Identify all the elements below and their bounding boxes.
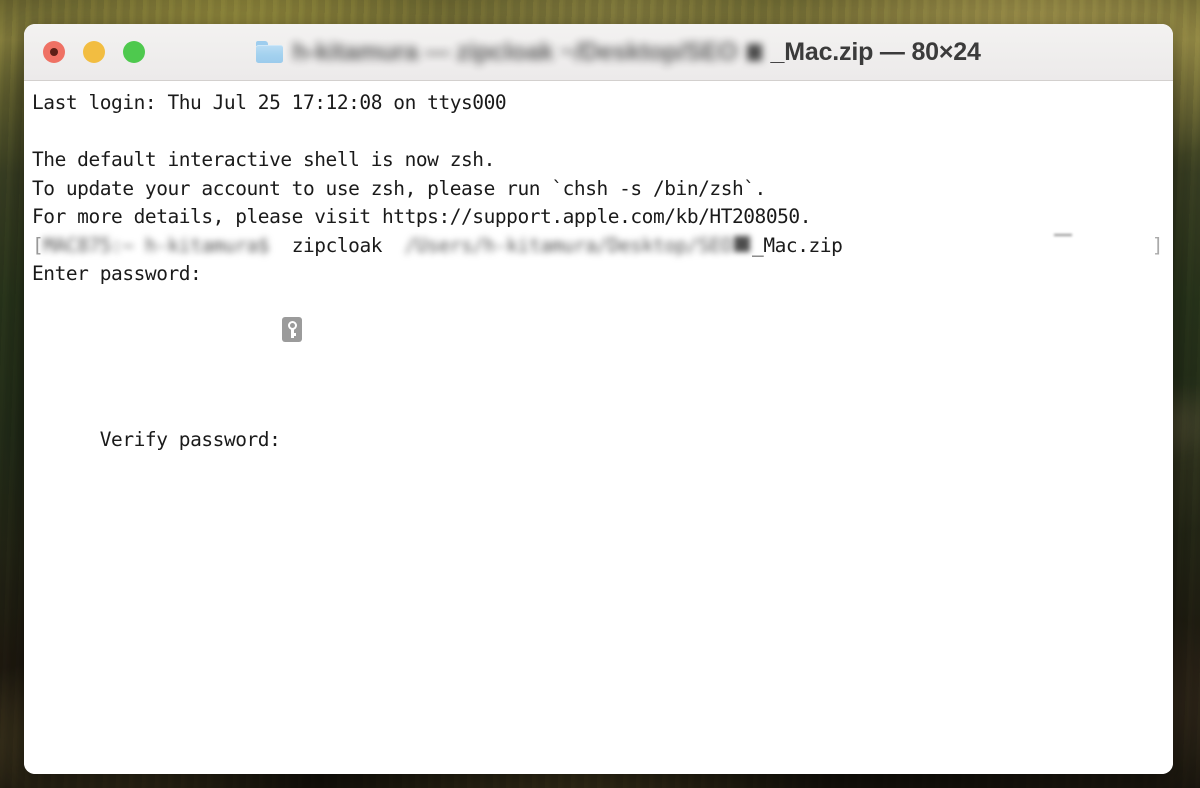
folder-icon bbox=[256, 41, 284, 63]
command-name bbox=[269, 232, 292, 261]
window-titlebar[interactable]: h-kitamura — zipcloak ~/Desktop/SEO _Mac… bbox=[24, 24, 1173, 81]
path-redaction-mark bbox=[734, 235, 751, 252]
window-title: h-kitamura — zipcloak ~/Desktop/SEO _Mac… bbox=[24, 24, 1173, 80]
verify-password-label: Verify password: bbox=[99, 428, 281, 451]
prompt-close-bracket: ] bbox=[1151, 233, 1164, 257]
terminal-output-area[interactable]: Last login: Thu Jul 25 17:12:08 on ttys0… bbox=[24, 81, 1173, 774]
terminal-window[interactable]: h-kitamura — zipcloak ~/Desktop/SEO _Mac… bbox=[24, 24, 1173, 774]
window-title-visible-suffix: _Mac.zip — 80×24 bbox=[770, 37, 981, 66]
terminal-line-zsh-notice-3: For more details, please visit https://s… bbox=[32, 205, 812, 228]
command-space bbox=[382, 232, 405, 261]
terminal-line-verify-password: Verify password: bbox=[32, 289, 1173, 451]
window-controls bbox=[24, 41, 145, 63]
minimize-button[interactable] bbox=[83, 41, 105, 63]
window-title-redaction-mark bbox=[746, 43, 762, 61]
render-artifact-mark bbox=[1054, 233, 1072, 236]
command-zipcloak: zipcloak bbox=[291, 233, 383, 257]
close-button[interactable] bbox=[43, 41, 65, 63]
terminal-line-zsh-notice-1: The default interactive shell is now zsh… bbox=[32, 148, 495, 171]
terminal-line-last-login: Last login: Thu Jul 25 17:12:08 on ttys0… bbox=[32, 91, 507, 114]
key-icon[interactable] bbox=[282, 317, 303, 342]
terminal-line-enter-password: Enter password: bbox=[32, 262, 202, 285]
command-path-visible-suffix: _Mac.zip bbox=[752, 233, 843, 257]
terminal-line-zsh-notice-2: To update your account to use zsh, pleas… bbox=[32, 176, 766, 200]
prompt-open-bracket: [ bbox=[32, 233, 44, 257]
window-title-blurred-prefix: h-kitamura — zipcloak ~/Desktop/SEO bbox=[292, 37, 738, 66]
terminal-command-line: [ MAC875:~ h-kitamura$ zipcloak /Users/h… bbox=[32, 232, 1173, 261]
prompt-user-host-blurred: MAC875:~ h-kitamura$ bbox=[43, 233, 270, 257]
command-path-blurred: /Users/h-kitamura/Desktop/SEO bbox=[404, 233, 733, 257]
maximize-button[interactable] bbox=[123, 41, 145, 63]
